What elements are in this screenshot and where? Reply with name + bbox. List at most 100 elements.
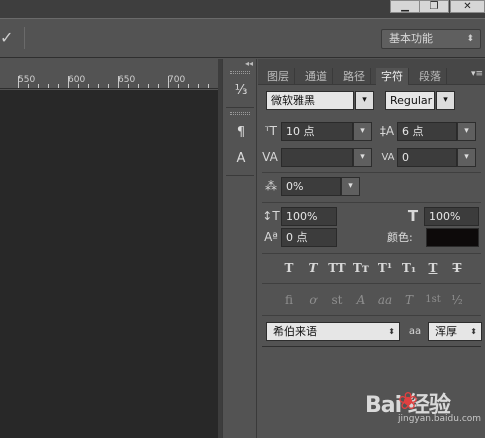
dock-grip[interactable] (230, 112, 250, 115)
minimize-icon[interactable]: ▁ (390, 0, 420, 13)
panel-header-strip (258, 59, 485, 68)
ruler-tick (68, 76, 69, 88)
ruler-label: 600 (68, 75, 86, 85)
color-swatch[interactable] (426, 228, 479, 247)
font-style-field[interactable]: Regular (385, 91, 435, 110)
vertical-scale-field[interactable]: 100% (281, 207, 337, 226)
ruler-tick (118, 76, 119, 88)
dock-grip[interactable] (230, 71, 250, 74)
section-divider (262, 172, 481, 173)
options-bar: ✓ 基本功能 ⬍ (0, 18, 485, 58)
collapse-arrows-icon[interactable]: ◂◂ (245, 59, 253, 68)
tab-paragraph[interactable]: 段落 (414, 68, 447, 85)
font-size-field[interactable]: 10 点 (281, 122, 353, 141)
leading-dropdown-icon[interactable]: ▾ (457, 122, 476, 141)
ruler-tick (108, 84, 109, 88)
panel-menu-icon[interactable]: ▾≡ (471, 69, 483, 79)
tracking-field[interactable]: 0 (397, 148, 457, 167)
ruler-label: 700 (168, 75, 186, 85)
close-icon[interactable]: ✕ (450, 0, 485, 13)
ruler-tick (18, 76, 19, 88)
font-family-dropdown-icon[interactable]: ▾ (355, 91, 374, 110)
antialias-value: 浑厚 (435, 325, 457, 338)
antialias-icon: aa (408, 326, 422, 337)
small-caps-button[interactable]: Tт (351, 259, 371, 277)
language-value: 希伯来语 (273, 325, 317, 338)
updown-arrow-icon: ⬍ (388, 327, 395, 336)
kerning-field[interactable] (281, 148, 353, 167)
discretionary-ligatures-button[interactable]: ơ (303, 291, 323, 309)
stylistic-alternates-button[interactable]: aa (375, 291, 395, 309)
leading-icon: ‡A (379, 124, 395, 138)
subscript-button[interactable]: T₁ (399, 259, 419, 277)
vertical-scale-icon: ↕T (262, 209, 280, 223)
font-size-dropdown-icon[interactable]: ▾ (353, 122, 372, 141)
ruler-tick (98, 84, 99, 88)
color-label: 颜色: (387, 231, 413, 244)
kerning-dropdown-icon[interactable]: ▾ (353, 148, 372, 167)
workspace-switcher[interactable]: 基本功能 ⬍ (381, 29, 481, 49)
ruler-tick (188, 84, 189, 88)
all-caps-button[interactable]: TT (327, 259, 347, 277)
ruler-tick (148, 84, 149, 88)
character-styles-icon[interactable]: A (229, 148, 253, 170)
ruler-tick (28, 84, 29, 88)
tsume-icon: ⁂ (265, 179, 277, 193)
faux-bold-button[interactable]: T (279, 259, 299, 277)
leading-field[interactable]: 6 点 (397, 122, 457, 141)
document-canvas[interactable] (0, 90, 218, 438)
ruler-label: 550 (18, 75, 36, 85)
tab-paths[interactable]: 路径 (338, 68, 371, 85)
dock-divider (226, 107, 254, 108)
titling-alternates-button[interactable]: T (399, 291, 419, 309)
options-divider (24, 27, 25, 49)
ruler-tick (198, 84, 199, 88)
paragraph-panel-icon[interactable]: ⅓ (229, 80, 253, 102)
tracking-dropdown-icon[interactable]: ▾ (457, 148, 476, 167)
font-family-field[interactable]: 微软雅黑 (266, 91, 354, 110)
tab-channels[interactable]: 通道 (300, 68, 333, 85)
superscript-button[interactable]: T¹ (375, 259, 395, 277)
underline-button[interactable]: T (423, 259, 443, 277)
horizontal-scale-field[interactable]: 100% (424, 207, 479, 226)
section-divider (262, 315, 481, 316)
tab-character[interactable]: 字符 (376, 68, 409, 85)
horizontal-scale-icon: T (407, 207, 419, 225)
tab-layers[interactable]: 图层 (262, 68, 295, 85)
ruler-label: 650 (118, 75, 136, 85)
ruler-tick (138, 84, 139, 88)
commit-check-icon[interactable]: ✓ (0, 28, 13, 47)
ruler-tick (168, 76, 169, 88)
section-divider (262, 202, 481, 203)
tracking-icon: VA (381, 152, 395, 163)
ruler-tick (88, 84, 89, 88)
tsume-field[interactable]: 0% (281, 177, 341, 196)
font-style-dropdown-icon[interactable]: ▾ (436, 91, 455, 110)
chevron-down-icon: ⬍ (466, 34, 474, 44)
antialias-dropdown[interactable]: 浑厚 ⬍ (428, 322, 482, 341)
contextual-alternates-button[interactable]: st (327, 291, 347, 309)
kerning-icon: VA (262, 150, 278, 164)
swash-button[interactable]: A (351, 291, 371, 309)
fractions-button[interactable]: ½ (447, 291, 467, 309)
section-divider (262, 283, 481, 284)
language-dropdown[interactable]: 希伯来语 ⬍ (266, 322, 400, 341)
paragraph-styles-icon[interactable]: ¶ (229, 122, 253, 144)
updown-arrow-icon: ⬍ (470, 327, 477, 336)
ruler-tick (58, 84, 59, 88)
faux-italic-button[interactable]: T (303, 259, 323, 277)
section-divider (262, 346, 481, 347)
dock-divider (226, 175, 254, 176)
character-panel: 图层 通道 路径 字符 段落 ▾≡ 微软雅黑 ▾ Regular ▾ ᵀT 10… (258, 59, 485, 438)
collapsed-panel-dock: ◂◂ ⅓ ¶ A (222, 59, 257, 438)
workspace-label: 基本功能 (389, 32, 433, 45)
strikethrough-button[interactable]: T (447, 259, 467, 277)
tsume-dropdown-icon[interactable]: ▾ (341, 177, 360, 196)
ordinals-button[interactable]: 1st (423, 291, 443, 309)
ruler-tick (208, 84, 209, 88)
ruler-tick (48, 84, 49, 88)
ligatures-button[interactable]: fi (279, 291, 299, 309)
baseline-shift-field[interactable]: 0 点 (281, 228, 337, 247)
ruler-tick (78, 84, 79, 88)
restore-icon[interactable]: ❐ (419, 0, 449, 13)
